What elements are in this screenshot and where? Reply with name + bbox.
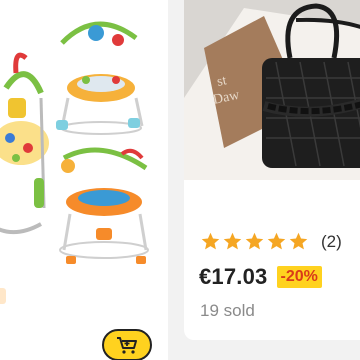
star-rating xyxy=(200,231,309,252)
star-icon xyxy=(201,232,220,250)
star-icon xyxy=(223,232,242,250)
sold-count: 19 sold xyxy=(200,301,255,320)
discount-badge: -20% xyxy=(276,266,322,288)
add-to-cart-button[interactable] xyxy=(102,329,152,360)
product-image-baby-jumper[interactable] xyxy=(0,0,168,280)
star-icon xyxy=(245,232,264,250)
product-image-handbag[interactable]: st Daw xyxy=(184,0,360,180)
product-grid: st Daw (2) €17.03 -20% 19 sold xyxy=(0,0,360,360)
price-row: €17.03 -20% xyxy=(199,264,322,290)
price-tag-fragment xyxy=(0,288,6,304)
star-icon xyxy=(289,232,308,250)
product-card-handbag[interactable]: st Daw (2) €17.03 -20% 19 sold xyxy=(184,0,360,340)
star-icon xyxy=(267,232,286,250)
product-card-baby-jumper[interactable] xyxy=(0,0,168,360)
cart-icon xyxy=(117,337,137,354)
rating-row: (2) xyxy=(200,231,342,252)
price: €17.03 xyxy=(199,264,268,289)
rating-count: (2) xyxy=(321,231,342,251)
